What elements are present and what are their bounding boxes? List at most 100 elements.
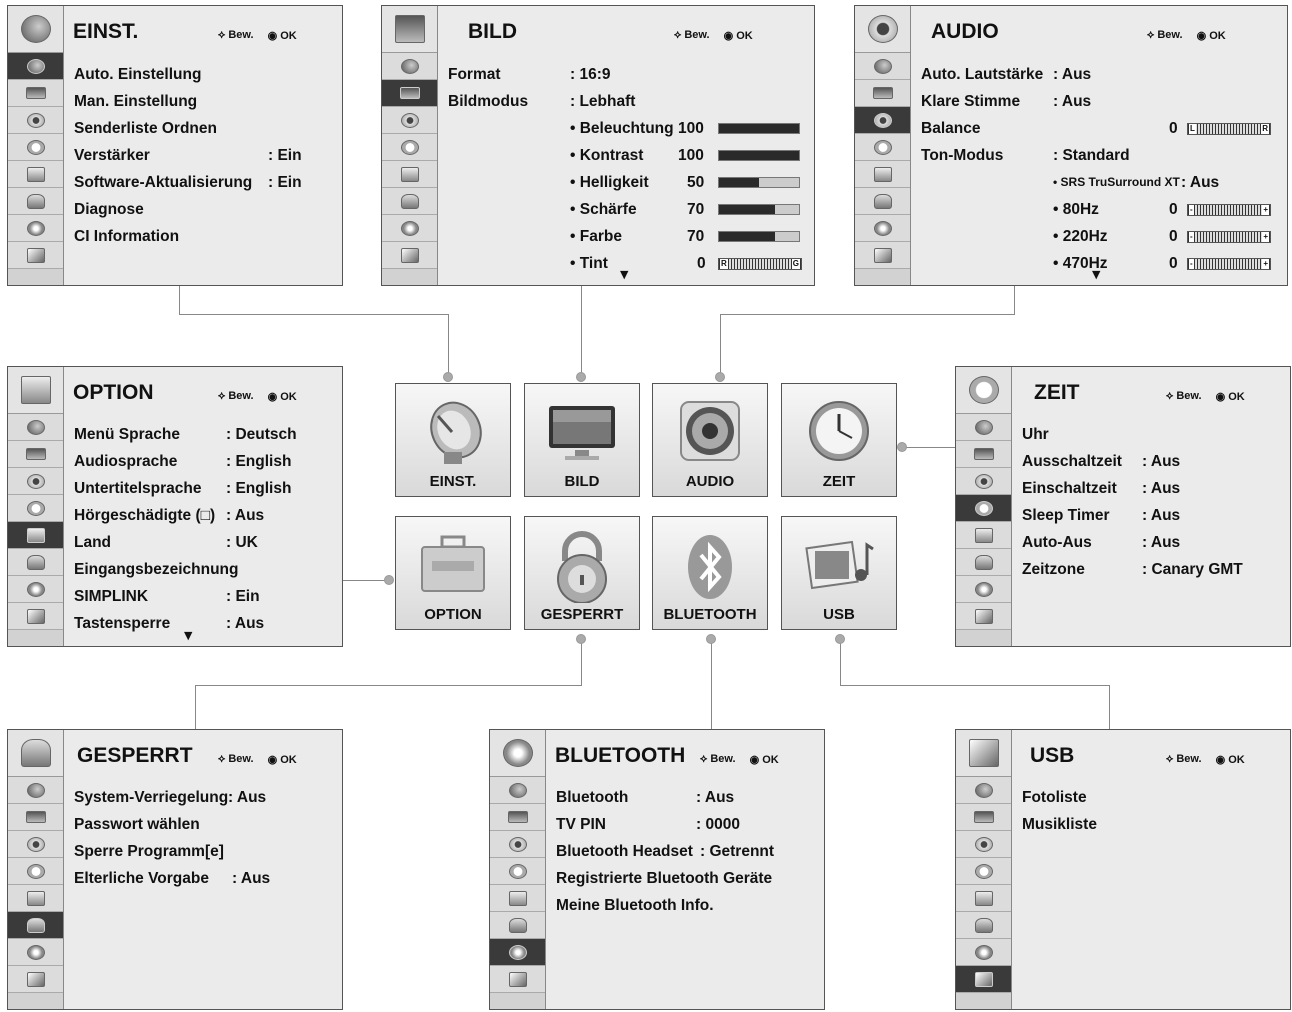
sidebar-item-bild[interactable] <box>382 80 437 107</box>
sidebar-item-einst[interactable] <box>8 414 63 441</box>
sidebar-item-usb[interactable] <box>8 966 63 993</box>
menu-item[interactable]: Senderliste Ordnen <box>74 115 334 142</box>
menu-item[interactable]: Software-Aktualisierung: Ein <box>74 169 334 196</box>
menu-item[interactable]: Sleep Timer: Aus <box>1022 502 1282 529</box>
sidebar-item-zeit[interactable] <box>8 495 63 522</box>
menu-item[interactable]: Eingangsbezeichnung <box>74 556 334 583</box>
menu-item[interactable]: Einschaltzeit: Aus <box>1022 475 1282 502</box>
menu-item[interactable]: Man. Einstellung <box>74 88 334 115</box>
sidebar-item-gesperrt[interactable] <box>956 912 1011 939</box>
sidebar-item-bild[interactable] <box>8 441 63 468</box>
menu-item[interactable]: Audiosprache: English <box>74 448 334 475</box>
sidebar-item-einst[interactable] <box>382 53 437 80</box>
sidebar-item-audio[interactable] <box>8 468 63 495</box>
slider-row[interactable]: • Helligkeit 50 <box>448 169 806 196</box>
tile-einst[interactable]: EINST. <box>395 383 511 497</box>
sidebar-item-gesperrt[interactable] <box>382 188 437 215</box>
menu-item[interactable]: • SRS TruSurround XT: Aus <box>921 169 1279 196</box>
sidebar-item-option[interactable] <box>8 522 63 549</box>
menu-item[interactable]: Bluetooth: Aus <box>556 784 816 811</box>
menu-item[interactable]: Meine Bluetooth Info. <box>556 892 816 919</box>
sidebar-item-einst[interactable] <box>8 777 63 804</box>
sidebar-item-audio[interactable] <box>490 831 545 858</box>
sidebar-item-usb[interactable] <box>8 242 63 269</box>
menu-item[interactable]: Tastensperre: Aus <box>74 610 334 637</box>
menu-item[interactable]: Untertitelsprache: English <box>74 475 334 502</box>
scroll-down-icon[interactable]: ▼ <box>184 629 192 642</box>
menu-item[interactable]: Diagnose <box>74 196 334 223</box>
slider-row[interactable]: • Beleuchtung 100 <box>448 115 806 142</box>
tile-gesperrt[interactable]: GESPERRT <box>524 516 640 630</box>
menu-item[interactable]: Auto. Lautstärke: Aus <box>921 61 1279 88</box>
sidebar-item-bluetooth[interactable] <box>490 939 545 966</box>
sidebar-item-audio[interactable] <box>855 107 910 134</box>
sidebar-item-bild[interactable] <box>855 80 910 107</box>
sidebar-item-zeit[interactable] <box>8 134 63 161</box>
menu-item[interactable]: Musikliste <box>1022 811 1282 838</box>
sidebar-item-usb[interactable] <box>956 966 1011 993</box>
sidebar-item-bild[interactable] <box>956 441 1011 468</box>
menu-item[interactable]: Zeitzone: Canary GMT <box>1022 556 1282 583</box>
tile-bild[interactable]: BILD <box>524 383 640 497</box>
menu-item[interactable]: Uhr <box>1022 421 1282 448</box>
menu-item[interactable]: Ausschaltzeit: Aus <box>1022 448 1282 475</box>
sidebar-item-option[interactable] <box>382 161 437 188</box>
menu-item[interactable]: Bluetooth Headset: Getrennt <box>556 838 816 865</box>
slider-row[interactable]: • 220Hz 0- + <box>921 223 1279 250</box>
sidebar-item-option[interactable] <box>8 161 63 188</box>
menu-item[interactable]: Land: UK <box>74 529 334 556</box>
sidebar-item-bild[interactable] <box>490 804 545 831</box>
sidebar-item-einst[interactable] <box>956 777 1011 804</box>
sidebar-item-zeit[interactable] <box>8 858 63 885</box>
menu-item[interactable]: Fotoliste <box>1022 784 1282 811</box>
slider-row[interactable]: • Kontrast 100 <box>448 142 806 169</box>
menu-item[interactable]: Elterliche Vorgabe: Aus <box>74 865 334 892</box>
sidebar-item-zeit[interactable] <box>956 858 1011 885</box>
sidebar-item-usb[interactable] <box>855 242 910 269</box>
sidebar-item-usb[interactable] <box>382 242 437 269</box>
slider-row[interactable]: • Farbe 70 <box>448 223 806 250</box>
sidebar-item-audio[interactable] <box>8 107 63 134</box>
scroll-down-icon[interactable]: ▼ <box>1092 268 1100 281</box>
sidebar-item-zeit[interactable] <box>956 495 1011 522</box>
sidebar-item-bluetooth[interactable] <box>382 215 437 242</box>
sidebar-item-einst[interactable] <box>956 414 1011 441</box>
menu-item[interactable]: Auto. Einstellung <box>74 61 334 88</box>
sidebar-item-gesperrt[interactable] <box>490 912 545 939</box>
sidebar-item-gesperrt[interactable] <box>8 912 63 939</box>
sidebar-item-bluetooth[interactable] <box>956 939 1011 966</box>
tile-usb[interactable]: USB <box>781 516 897 630</box>
sidebar-item-gesperrt[interactable] <box>8 549 63 576</box>
slider-row[interactable]: Balance 0 L R <box>921 115 1279 142</box>
sidebar-item-audio[interactable] <box>956 831 1011 858</box>
sidebar-item-usb[interactable] <box>8 603 63 630</box>
sidebar-item-bluetooth[interactable] <box>8 576 63 603</box>
menu-item[interactable]: Ton-Modus: Standard <box>921 142 1279 169</box>
sidebar-item-option[interactable] <box>8 885 63 912</box>
sidebar-item-gesperrt[interactable] <box>956 549 1011 576</box>
sidebar-item-bluetooth[interactable] <box>855 215 910 242</box>
menu-item[interactable]: Auto-Aus: Aus <box>1022 529 1282 556</box>
menu-item[interactable]: Passwort wählen <box>74 811 334 838</box>
tile-audio[interactable]: AUDIO <box>652 383 768 497</box>
sidebar-item-bluetooth[interactable] <box>8 215 63 242</box>
sidebar-item-audio[interactable] <box>382 107 437 134</box>
slider-row[interactable]: • 80Hz 0- + <box>921 196 1279 223</box>
sidebar-item-option[interactable] <box>490 885 545 912</box>
menu-item[interactable]: Bildmodus: Lebhaft <box>448 88 806 115</box>
menu-item[interactable]: Verstärker: Ein <box>74 142 334 169</box>
sidebar-item-gesperrt[interactable] <box>8 188 63 215</box>
slider-row[interactable]: • Schärfe 70 <box>448 196 806 223</box>
sidebar-item-zeit[interactable] <box>382 134 437 161</box>
menu-item[interactable]: Format: 16:9 <box>448 61 806 88</box>
sidebar-item-option[interactable] <box>956 885 1011 912</box>
menu-item[interactable]: CI Information <box>74 223 334 250</box>
sidebar-item-option[interactable] <box>855 161 910 188</box>
menu-item[interactable]: TV PIN: 0000 <box>556 811 816 838</box>
tile-option[interactable]: OPTION <box>395 516 511 630</box>
sidebar-item-option[interactable] <box>956 522 1011 549</box>
sidebar-item-audio[interactable] <box>8 831 63 858</box>
scroll-down-icon[interactable]: ▼ <box>620 268 628 281</box>
menu-item[interactable]: Sperre Programm[e] <box>74 838 334 865</box>
sidebar-item-zeit[interactable] <box>490 858 545 885</box>
